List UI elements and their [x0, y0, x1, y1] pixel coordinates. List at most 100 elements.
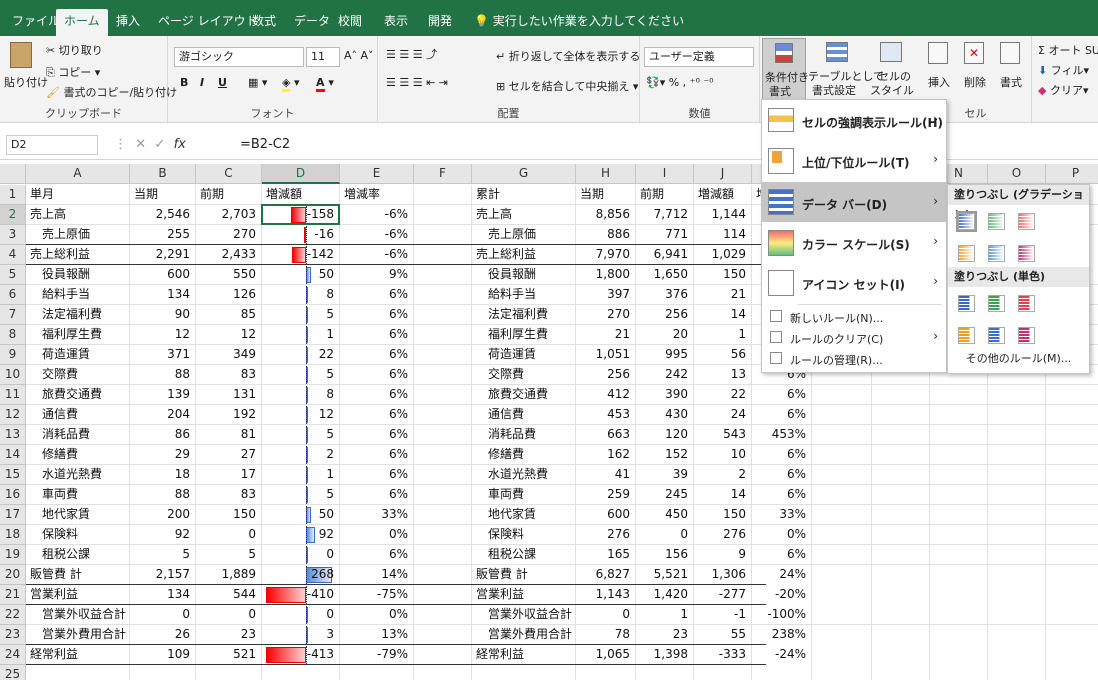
table-cell[interactable]: 21: [578, 325, 634, 345]
table-cell[interactable]: 85: [198, 305, 260, 325]
row-header[interactable]: 23: [0, 625, 26, 645]
table-cell[interactable]: -100%: [754, 605, 810, 625]
bold-button[interactable]: B: [180, 76, 188, 89]
table-cell[interactable]: 販管費 計: [28, 565, 128, 585]
formula-input[interactable]: =B2-C2: [240, 137, 290, 152]
table-cell[interactable]: 13: [696, 365, 750, 385]
table-cell[interactable]: 売上高: [28, 205, 128, 225]
row-header[interactable]: 5: [0, 265, 26, 285]
table-cell[interactable]: 162: [578, 445, 634, 465]
table-cell[interactable]: 消耗品費: [28, 425, 128, 445]
table-cell[interactable]: 8: [264, 285, 338, 305]
table-cell[interactable]: 0%: [754, 525, 810, 545]
conditional-format-button[interactable]: 条件付き 書式: [762, 38, 809, 100]
table-cell[interactable]: 131: [198, 385, 260, 405]
table-cell[interactable]: 150: [198, 505, 260, 525]
table-cell[interactable]: 412: [578, 385, 634, 405]
table-cell[interactable]: 41: [578, 465, 634, 485]
table-cell[interactable]: 6%: [342, 325, 412, 345]
table-cell[interactable]: -413: [264, 645, 338, 665]
table-cell[interactable]: 0%: [342, 525, 412, 545]
row-header[interactable]: 20: [0, 565, 26, 585]
table-cell[interactable]: 6%: [754, 445, 810, 465]
table-header-cell[interactable]: 累計: [474, 185, 574, 205]
table-cell[interactable]: 78: [578, 625, 634, 645]
table-cell[interactable]: 役員報酬: [474, 265, 574, 285]
align-top-buttons[interactable]: ☰ ☰ ☰ ⤴: [386, 46, 437, 62]
tab-view[interactable]: 表示: [376, 9, 416, 36]
table-cell[interactable]: 2,157: [132, 565, 194, 585]
table-cell[interactable]: 営業利益: [474, 585, 574, 605]
table-cell[interactable]: 6%: [754, 465, 810, 485]
row-header[interactable]: 16: [0, 485, 26, 505]
table-cell[interactable]: 150: [696, 265, 750, 285]
column-header[interactable]: C: [196, 164, 262, 184]
table-cell[interactable]: 14%: [342, 565, 412, 585]
table-cell[interactable]: -6%: [342, 225, 412, 245]
row-header[interactable]: 1: [0, 185, 26, 205]
table-cell[interactable]: 5: [264, 425, 338, 445]
row-header[interactable]: 2: [0, 205, 26, 225]
paste-icon[interactable]: [10, 42, 32, 68]
table-cell[interactable]: 50: [264, 265, 338, 285]
table-cell[interactable]: 0: [198, 525, 260, 545]
table-cell[interactable]: 276: [578, 525, 634, 545]
table-cell[interactable]: 6,827: [578, 565, 634, 585]
table-cell[interactable]: 1,800: [578, 265, 634, 285]
border-button[interactable]: ▦ ▾: [248, 76, 267, 89]
data-bar-style-swatch[interactable]: [958, 245, 975, 262]
data-bar-style-swatch[interactable]: [988, 245, 1005, 262]
table-cell[interactable]: 22: [264, 345, 338, 365]
row-header[interactable]: 8: [0, 325, 26, 345]
table-cell[interactable]: -142: [264, 245, 338, 265]
table-cell[interactable]: 8,856: [578, 205, 634, 225]
fill-color-button[interactable]: ◈ ▾: [282, 76, 300, 92]
table-cell[interactable]: 5: [264, 485, 338, 505]
table-cell[interactable]: 139: [132, 385, 194, 405]
table-cell[interactable]: 6%: [754, 545, 810, 565]
table-cell[interactable]: 6%: [342, 405, 412, 425]
table-header-cell[interactable]: 増減率: [342, 185, 412, 205]
table-cell[interactable]: 397: [578, 285, 634, 305]
table-cell[interactable]: 経常利益: [28, 645, 128, 665]
table-cell[interactable]: 134: [132, 585, 194, 605]
table-cell[interactable]: 21: [696, 285, 750, 305]
table-cell[interactable]: -1: [696, 605, 750, 625]
table-cell[interactable]: 法定福利費: [28, 305, 128, 325]
table-cell[interactable]: 238%: [754, 625, 810, 645]
table-cell[interactable]: 26: [132, 625, 194, 645]
column-header[interactable]: J: [694, 164, 752, 184]
table-cell[interactable]: 2,546: [132, 205, 194, 225]
table-cell[interactable]: 6%: [754, 405, 810, 425]
table-cell[interactable]: 0%: [342, 605, 412, 625]
format-painter-button[interactable]: 🖌 書式のコピー/貼り付け: [46, 84, 177, 100]
table-cell[interactable]: 165: [578, 545, 634, 565]
table-cell[interactable]: 33%: [342, 505, 412, 525]
table-cell[interactable]: 給料手当: [28, 285, 128, 305]
table-cell[interactable]: 1,306: [696, 565, 750, 585]
table-cell[interactable]: -277: [696, 585, 750, 605]
table-cell[interactable]: 0: [264, 605, 338, 625]
table-cell[interactable]: 保険料: [474, 525, 574, 545]
tab-formulas[interactable]: 数式: [244, 9, 284, 36]
row-header[interactable]: 12: [0, 405, 26, 425]
tab-home[interactable]: ホーム: [56, 9, 108, 36]
table-header-cell[interactable]: 単月: [28, 185, 128, 205]
table-cell[interactable]: 20: [638, 325, 692, 345]
data-bar-style-swatch[interactable]: [958, 295, 975, 312]
row-header[interactable]: 22: [0, 605, 26, 625]
table-cell[interactable]: 2,433: [198, 245, 260, 265]
table-cell[interactable]: 18: [132, 465, 194, 485]
table-cell[interactable]: 24%: [754, 565, 810, 585]
table-cell[interactable]: 1: [696, 325, 750, 345]
font-name-select[interactable]: 游ゴシック: [174, 47, 304, 67]
table-cell[interactable]: 福利厚生費: [474, 325, 574, 345]
format-button[interactable]: 書式: [1000, 74, 1022, 90]
menu-manage-rules[interactable]: ルールの管理(R)...: [762, 349, 946, 369]
column-header[interactable]: E: [340, 164, 414, 184]
row-header[interactable]: 18: [0, 525, 26, 545]
column-header[interactable]: D: [262, 164, 340, 184]
table-cell[interactable]: 通信費: [28, 405, 128, 425]
column-header[interactable]: H: [576, 164, 636, 184]
row-header[interactable]: 10: [0, 365, 26, 385]
